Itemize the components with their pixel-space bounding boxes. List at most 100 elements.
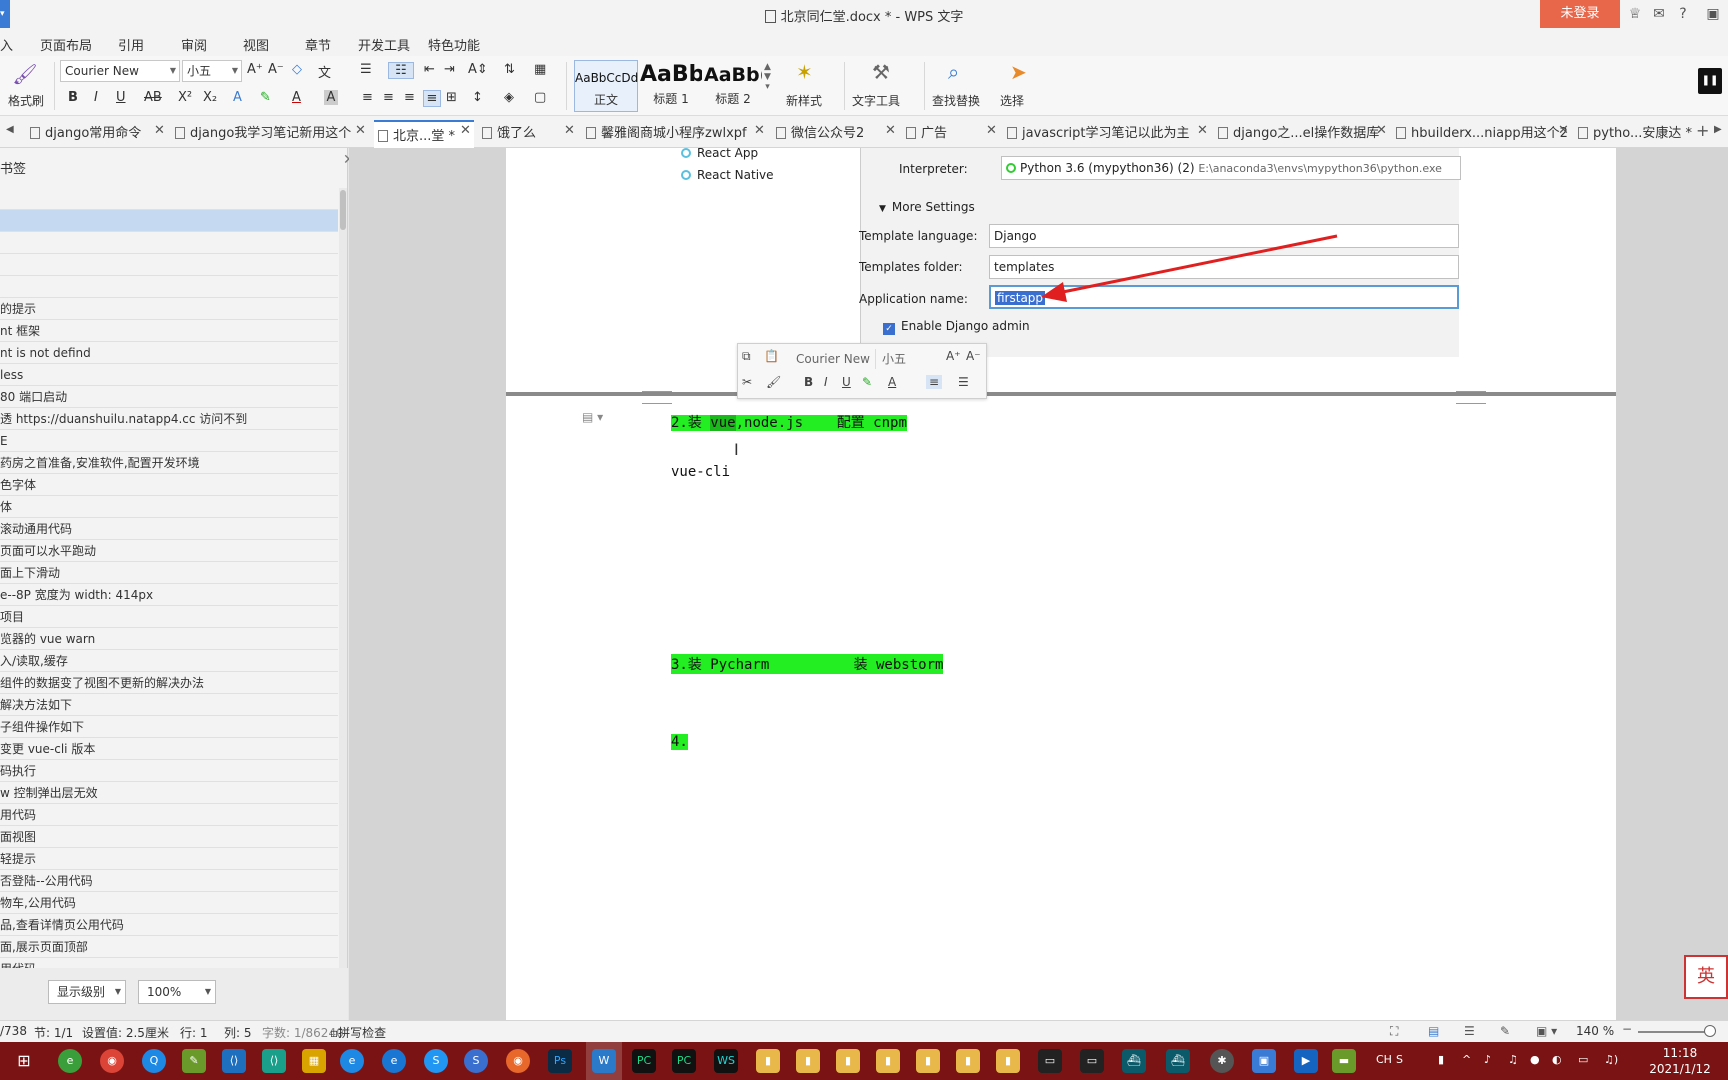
close-icon[interactable]: ✕ [460,123,471,138]
fullscreen-icon[interactable]: ⛶ [1390,1024,1398,1039]
text-effect-icon[interactable]: A [233,90,242,105]
reading-mode-icon[interactable]: ▣ ▾ [1536,1024,1557,1038]
tab-python-ankangda[interactable]: pytho...安康达 * [1578,122,1692,146]
edge-icon[interactable]: e [382,1049,406,1073]
wps-writer-icon[interactable]: W [592,1049,616,1073]
subscript-icon[interactable]: X₂ [203,90,217,105]
bookmark-item[interactable]: w 控制弹出层无效 [0,782,338,804]
login-button[interactable]: 未登录 [1540,0,1620,28]
network-icon[interactable]: ▭ [1578,1053,1588,1066]
font-size-select[interactable]: 小五 ▼ [182,60,242,82]
web-view-icon[interactable]: ✎ [1500,1024,1510,1038]
chrome-icon[interactable]: ◉ [100,1049,124,1073]
tab-eleme[interactable]: 饿了么 [482,122,536,146]
copy-icon[interactable]: ⧉ [742,349,751,364]
doc-line-3[interactable]: 3.装 Pycharm 装 webstorm [671,654,944,674]
vscode-insiders-icon[interactable]: ⟨⟩ [262,1049,286,1073]
outline-view-icon[interactable]: ☰ [1464,1024,1475,1038]
bookmark-item[interactable]: 色字体 [0,474,338,496]
bookmark-item[interactable]: 药房之首准备,安准软件,配置开发环境 [0,452,338,474]
menu-review[interactable]: 审阅 [181,35,207,54]
find-replace-icon[interactable]: ⌕ [948,60,959,84]
close-icon[interactable]: ✕ [986,123,997,138]
line-spacing-icon[interactable]: ☰ [958,375,969,389]
notepad-icon[interactable]: ✎ [182,1049,206,1073]
task-view-icon[interactable]: ⊞ [12,1049,36,1073]
shrink-font-icon[interactable]: A⁻ [268,62,284,77]
doc-line-2[interactable]: 2.装 vue,node.js 配置 cnpm [671,412,907,432]
bookmark-item[interactable]: 物车,公用代码 [0,892,338,914]
menu-features[interactable]: 特色功能 [428,35,480,54]
bookmark-item[interactable]: 面,展示页面顶部 [0,936,338,958]
font-color-icon[interactable]: A [292,90,301,105]
folder-icon[interactable]: ▮ [796,1049,820,1073]
bookmark-item[interactable]: 体 [0,496,338,518]
bookmark-item[interactable] [0,254,338,276]
text-tools-button[interactable]: 文字工具 [852,92,900,109]
zoom-level[interactable]: 140 % [1576,1024,1614,1038]
bookmark-item[interactable]: 用代码 [0,804,338,826]
select-icon[interactable]: ➤ [1010,60,1027,84]
sort-icon[interactable]: ⇅ [504,62,515,77]
feedback-icon[interactable]: ✉ [1650,5,1668,23]
bookmark-item[interactable]: 的提示 [0,298,338,320]
folder-icon[interactable]: ▮ [996,1049,1020,1073]
superscript-icon[interactable]: X² [178,90,192,105]
app-icon-ship[interactable]: ⛴ [1122,1049,1146,1073]
menu-view[interactable]: 视图 [243,35,269,54]
pycharm-icon-2[interactable]: PC [672,1049,696,1073]
paste-icon[interactable]: 📋 [764,349,779,363]
tab-mall-miniprogram[interactable]: 馨雅阁商城小程序zwlxpf [586,122,747,146]
bookmark-item[interactable]: 滚动通用代码 [0,518,338,540]
close-icon[interactable]: ✕ [154,123,165,138]
close-icon[interactable]: ✕ [564,123,575,138]
bookmark-item[interactable]: nt is not defind [0,342,338,364]
zoom-slider[interactable] [1638,1031,1708,1033]
app-tray-icon[interactable]: ● [1530,1053,1540,1066]
bookmark-item[interactable]: 变更 vue-cli 版本 [0,738,338,760]
folder-icon[interactable]: ▮ [756,1049,780,1073]
page-count[interactable]: /738 [0,1024,27,1038]
app-icon-ship-2[interactable]: ⛴ [1166,1049,1190,1073]
menu-references[interactable]: 引用 [118,35,144,54]
folder-icon[interactable]: ▮ [836,1049,860,1073]
bookmark-item[interactable] [0,210,338,232]
tab-django-model-db[interactable]: django之...el操作数据库 [1218,122,1379,146]
cut-icon[interactable]: ✂ [742,375,752,389]
display-level-select[interactable]: 显示级别 ▼ [48,980,126,1004]
line-spacing-icon[interactable]: ↕ [472,90,483,105]
tab-django-commands[interactable]: django常用命令 [30,122,141,146]
bookmark-item[interactable]: 否登陆--公用代码 [0,870,338,892]
app-grid-icon[interactable]: ▦ [302,1049,326,1073]
new-style-button[interactable]: 新样式 [786,92,822,109]
pycharm-icon[interactable]: PC [632,1049,656,1073]
bullet-list-icon[interactable]: ☰ [360,62,372,77]
webstorm-icon[interactable]: WS [714,1049,738,1073]
underline-icon[interactable]: U [116,90,126,105]
app-icon-spider[interactable]: ✱ [1210,1049,1234,1073]
italic-icon[interactable]: I [94,90,98,105]
bookmark-item[interactable]: 透 https://duanshuilu.natapp4.cc 访问不到 [0,408,338,430]
align-right-icon[interactable]: ≡ [404,90,415,105]
media-player-icon[interactable]: ▶ [1294,1049,1318,1073]
app-icon-sogou[interactable]: S [464,1049,488,1073]
zoom-select[interactable]: 100% ▼ [138,980,216,1004]
tray-expand-icon[interactable]: ^ [1462,1053,1471,1066]
bookmark-item[interactable]: 面视图 [0,826,338,848]
sogou-tray-icon[interactable]: S [1396,1053,1403,1066]
format-painter-label[interactable]: 格式刷 [8,92,44,109]
justify-icon[interactable]: ≡ [926,375,943,389]
bookmark-item[interactable]: 页面可以水平跑动 [0,540,338,562]
skin-icon[interactable]: ♕ [1626,5,1644,23]
app-icon-s[interactable]: S [424,1049,448,1073]
highlight-icon[interactable]: ✎ [862,375,872,389]
ie-icon[interactable]: e [340,1049,364,1073]
notification-bell-icon[interactable]: ♫ [1508,1053,1518,1066]
grow-font-icon[interactable]: A⁺ [946,349,961,363]
doc-line-4[interactable]: 4. [671,734,688,750]
bookmark-item[interactable]: 项目 [0,606,338,628]
find-replace-button[interactable]: 查找替换 [932,92,980,109]
app-icon-image[interactable]: ▣ [1252,1049,1276,1073]
document-canvas[interactable]: React App React Native Interpreter: Pyth… [349,146,1728,1020]
terminal-icon[interactable]: ▭ [1038,1049,1062,1073]
